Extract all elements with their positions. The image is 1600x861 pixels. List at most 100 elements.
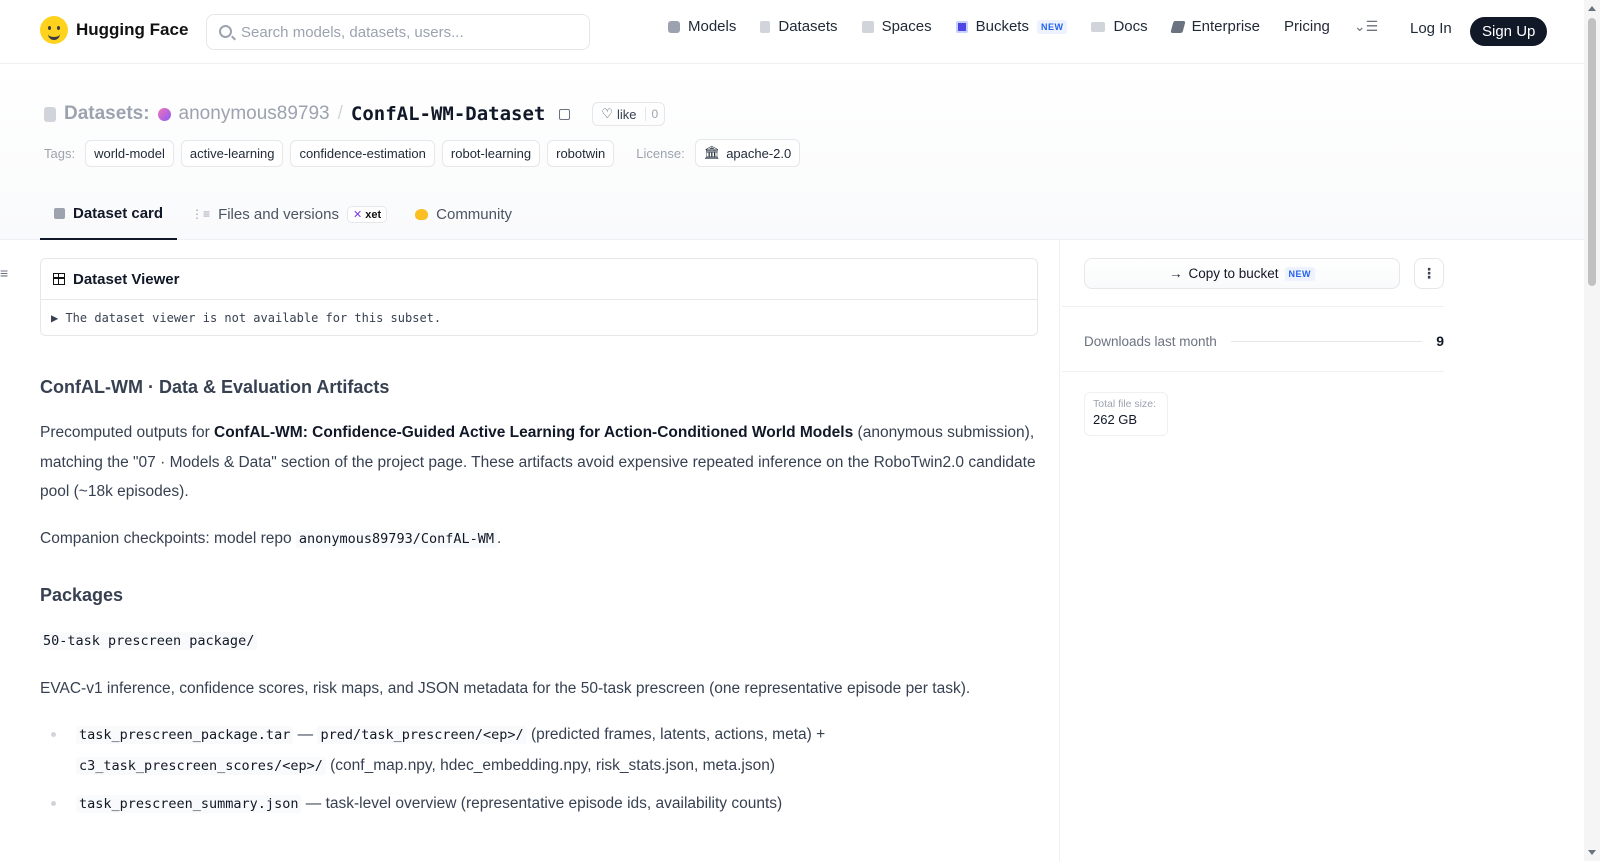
hugging-face-logo-icon: [40, 16, 68, 44]
list-text: (conf_map.npy, hdec_embedding.npy, risk_…: [325, 756, 776, 774]
search-placeholder: Search models, datasets, users...: [241, 23, 464, 41]
avatar: [157, 107, 171, 121]
more-menu-icon[interactable]: ⌄☰: [1354, 18, 1378, 35]
nav-models-label: Models: [688, 18, 737, 35]
list-item: task_prescreen_summary.json — task-level…: [51, 789, 1040, 820]
downloads-row: Downloads last month 9: [1084, 333, 1444, 349]
list-item: task_prescreen_package.tar — pred/task_p…: [51, 720, 1040, 781]
package-description: EVAC-v1 inference, confidence scores, ri…: [40, 679, 971, 697]
file-size-value: 262 GB: [1093, 412, 1138, 427]
nav-pricing-label: Pricing: [1284, 18, 1330, 35]
repo-header: Datasets: anonymous89793 / ConfAL-WM-Dat…: [0, 64, 1584, 240]
nav-models[interactable]: Models: [668, 18, 736, 35]
nav-enterprise-label: Enterprise: [1191, 18, 1261, 35]
login-link[interactable]: Log In: [1410, 20, 1452, 37]
main-nav: Models Datasets Spaces Buckets NEW Docs …: [668, 18, 1378, 35]
nav-spaces[interactable]: Spaces: [861, 18, 932, 35]
book-icon: [1091, 21, 1106, 32]
intro-text-pre: Precomputed outputs for: [40, 424, 215, 441]
arrow-right-icon: →: [1168, 266, 1183, 281]
license-tag[interactable]: 🏛 apache-2.0: [694, 139, 801, 167]
like-count[interactable]: 0: [644, 107, 665, 121]
nav-datasets-label: Datasets: [778, 18, 838, 35]
tag-robot-learning[interactable]: robot-learning: [441, 139, 541, 167]
list-dash: —: [293, 726, 318, 743]
tab-dataset-card[interactable]: Dataset card: [40, 189, 178, 240]
dataset-viewer-title: Dataset Viewer: [73, 270, 180, 288]
license-value: apache-2.0: [726, 145, 792, 161]
companion-repo-code: anonymous89793/ConfAL-WM: [295, 529, 497, 548]
downloads-sparkline: [1230, 340, 1423, 342]
nav-spaces-label: Spaces: [881, 18, 932, 35]
xet-badge: ✕ xet: [346, 205, 388, 223]
nav-enterprise[interactable]: Enterprise: [1170, 18, 1261, 35]
divider: [1062, 371, 1444, 372]
nav-pricing[interactable]: Pricing: [1284, 18, 1330, 35]
tab-dataset-card-label: Dataset card: [73, 205, 164, 222]
scale-icon: 🏛: [703, 145, 721, 160]
tags-row: Tags: world-model active-learning confid…: [44, 139, 801, 167]
like-label: like: [617, 106, 637, 122]
breadcrumb: Datasets: anonymous89793 / ConfAL-WM-Dat…: [44, 102, 666, 126]
right-sidebar: → Copy to bucket NEW ⋮ Downloads last mo…: [1062, 240, 1444, 861]
copy-to-bucket-button[interactable]: → Copy to bucket NEW: [1084, 258, 1400, 289]
signup-button[interactable]: Sign Up: [1470, 17, 1548, 46]
package-name-paragraph: 50-task prescreen package/: [40, 626, 1040, 657]
tab-files-and-versions[interactable]: ⋮≡ Files and versions ✕ xet: [177, 189, 401, 239]
file-size-box: Total file size: 262 GB: [1084, 392, 1168, 436]
companion-text-end: .: [496, 529, 502, 547]
card-intro-paragraph: Precomputed outputs for ConfAL-WM: Confi…: [40, 418, 1040, 507]
downloads-label: Downloads last month: [1084, 333, 1217, 349]
page-scrollbar[interactable]: [1584, 0, 1600, 861]
like-button[interactable]: ♡ like 0: [592, 102, 666, 126]
more-options-button[interactable]: ⋮: [1414, 258, 1444, 289]
nav-buckets-label: Buckets: [975, 18, 1029, 35]
file-name-code: task_prescreen_package.tar: [76, 726, 294, 744]
scroll-thumb[interactable]: [1588, 18, 1596, 286]
repo-name[interactable]: ConfAL-WM-Dataset: [351, 103, 545, 125]
xet-badge-label: xet: [365, 208, 382, 221]
list-text: — task-level overview (representative ep…: [301, 795, 783, 812]
nav-buckets[interactable]: Buckets NEW: [955, 18, 1068, 35]
dataset-viewer-header: Dataset Viewer: [41, 259, 1037, 300]
enterprise-icon: [1170, 20, 1186, 33]
tags-label: Tags:: [44, 145, 76, 161]
markdown-content: ConfAL-WM · Data & Evaluation Artifacts …: [40, 374, 1040, 828]
file-name-code: task_prescreen_summary.json: [76, 795, 302, 813]
file-size-label: Total file size:: [1093, 398, 1157, 410]
repo-owner-link[interactable]: anonymous89793: [179, 103, 330, 125]
tag-confidence-estimation[interactable]: confidence-estimation: [290, 139, 435, 167]
search-icon: [219, 25, 232, 38]
dataset-card-icon: [54, 208, 65, 219]
spaces-grid-icon: [861, 20, 874, 33]
package-name-code: 50-task prescreen package/: [40, 632, 258, 650]
brand-link[interactable]: Hugging Face: [40, 16, 188, 44]
database-icon: [44, 106, 56, 122]
scroll-down-arrow-icon[interactable]: [1588, 850, 1596, 855]
repo-type-label[interactable]: Datasets:: [64, 103, 150, 125]
tab-files-label: Files and versions: [218, 205, 339, 223]
scroll-up-arrow-icon[interactable]: [1588, 6, 1596, 11]
new-badge: NEW: [1036, 19, 1068, 34]
bucket-icon: [955, 20, 968, 33]
nav-docs[interactable]: Docs: [1091, 18, 1148, 35]
nav-datasets[interactable]: Datasets: [760, 18, 838, 35]
tab-community-label: Community: [436, 205, 512, 223]
search-input[interactable]: Search models, datasets, users...: [206, 14, 590, 50]
copy-icon[interactable]: [559, 108, 571, 120]
tag-active-learning[interactable]: active-learning: [180, 139, 284, 167]
database-icon: [760, 20, 771, 33]
dataset-viewer-message[interactable]: ▶ The dataset viewer is not available fo…: [41, 300, 1037, 336]
tag-robotwin[interactable]: robotwin: [547, 139, 615, 167]
table-icon: [53, 273, 65, 285]
tag-world-model[interactable]: world-model: [85, 139, 174, 167]
new-badge: NEW: [1284, 266, 1316, 281]
tab-community[interactable]: Community: [401, 189, 526, 239]
path-code: c3_task_prescreen_scores/<ep>/: [76, 756, 326, 775]
license-label: License:: [636, 145, 685, 161]
paper-title: ConfAL-WM: Confidence-Guided Active Lear…: [214, 424, 854, 441]
toc-toggle-icon[interactable]: ≡: [0, 265, 8, 281]
path-code: pred/task_prescreen/<ep>/: [317, 726, 527, 744]
list-text: (predicted frames, latents, actions, met…: [526, 726, 826, 743]
copy-to-bucket-label: Copy to bucket: [1188, 266, 1279, 281]
